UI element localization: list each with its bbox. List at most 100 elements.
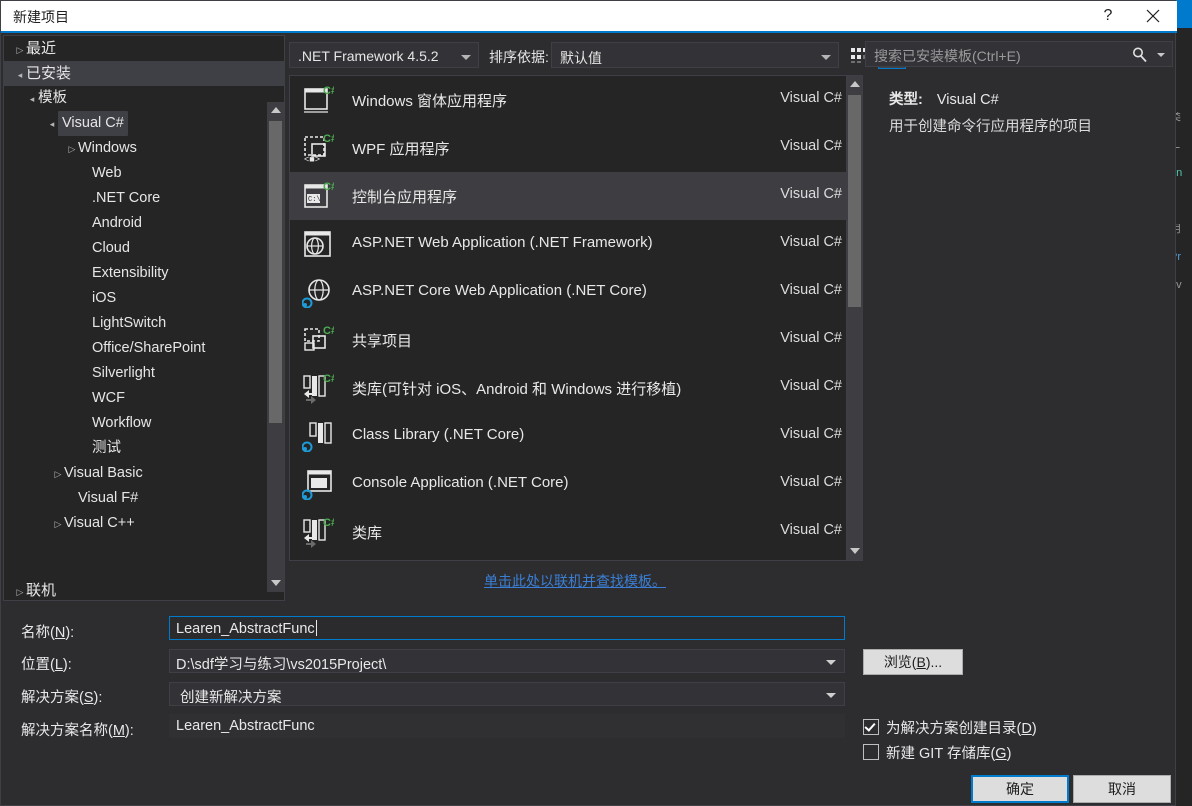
sidebar-item-7[interactable]: Android <box>4 211 284 236</box>
search-templates-input[interactable]: 搜索已安装模板(Ctrl+E) <box>865 41 1173 67</box>
solution-name-field-label: 解决方案名称(M): <box>21 723 134 739</box>
dialog-title: 新建项目 <box>13 9 69 25</box>
template-language: Visual C# <box>780 378 842 394</box>
solution-field-label: 解决方案(S): <box>21 690 103 706</box>
framework-version-dropdown[interactable]: .NET Framework 4.5.2 <box>289 42 479 68</box>
chevron-down-icon <box>826 660 836 665</box>
git-repo-checkbox-row[interactable]: 新建 GIT 存储库(G) <box>863 742 1011 763</box>
ok-button[interactable]: 确定 <box>971 775 1069 803</box>
text-caret <box>315 620 317 636</box>
sidebar-item-18[interactable]: Visual F# <box>4 486 284 511</box>
sidebar-item-label: Office/SharePoint <box>92 340 206 356</box>
sidebar-item-11[interactable]: LightSwitch <box>4 311 284 336</box>
template-row[interactable]: C# 类库(可针对 iOS、Android 和 Windows 进行移植) Visu… <box>290 364 860 412</box>
sidebar-item-0[interactable]: 最近 <box>4 36 284 61</box>
create-directory-checkbox-row[interactable]: 为解决方案创建目录(D) <box>863 717 1037 738</box>
tree-arrow-icon[interactable] <box>46 112 58 137</box>
templates-toolbar: .NET Framework 4.5.2 排序依据: 默认值 <box>289 39 906 71</box>
sidebar-item-label: Extensibility <box>92 265 169 281</box>
templates-scrollbar[interactable] <box>846 75 863 561</box>
help-button[interactable]: ? <box>1085 3 1131 29</box>
location-value: D:\sdf学习与练习\vs2015Project\ <box>176 657 387 673</box>
close-button[interactable] <box>1131 3 1175 29</box>
sidebar-item-label: Visual Basic <box>64 465 143 481</box>
template-language: Visual C# <box>780 282 842 298</box>
template-row[interactable]: <■>C# WPF 应用程序 Visual C# <box>290 124 860 172</box>
sidebar-item-6[interactable]: .NET Core <box>4 186 284 211</box>
template-name: Console Application (.NET Core) <box>352 474 569 491</box>
svg-text:C#: C# <box>323 373 334 385</box>
template-row[interactable]: C:\C# 控制台应用程序 Visual C# <box>290 172 860 220</box>
location-combobox[interactable]: D:\sdf学习与练习\vs2015Project\ <box>169 649 845 673</box>
close-icon <box>1146 9 1160 23</box>
templates-scroll-up-button[interactable] <box>847 76 862 93</box>
solution-combobox[interactable]: 创建新解决方案 <box>169 682 845 706</box>
sidebar-item-label: 模板 <box>38 90 67 106</box>
cancel-button[interactable]: 取消 <box>1073 775 1171 803</box>
template-language: Visual C# <box>780 138 842 154</box>
sidebar-item-1[interactable]: 已安装 <box>4 61 284 86</box>
sidebar-item-label: Visual F# <box>78 490 139 506</box>
template-language: Visual C# <box>780 426 842 442</box>
sidebar-item-12[interactable]: Office/SharePoint <box>4 336 284 361</box>
template-row[interactable]: C# 类库 Visual C# <box>290 508 860 556</box>
tree-scroll-thumb[interactable] <box>269 121 282 423</box>
sort-by-label: 排序依据: <box>489 49 549 65</box>
chevron-down-icon[interactable] <box>1157 53 1165 57</box>
svg-text:C#: C# <box>323 517 334 529</box>
tree-arrow-icon[interactable] <box>66 137 78 162</box>
name-field-label: 名称(N): <box>21 625 75 641</box>
sidebar-item-15[interactable]: Workflow <box>4 411 284 436</box>
sidebar-item-label: 联机 <box>26 582 57 599</box>
sidebar-item-2[interactable]: 模板 <box>4 86 284 111</box>
sidebar-item-4[interactable]: Windows <box>4 136 284 161</box>
template-row[interactable]: ASP.NET Core Web Application (.NET Core)… <box>290 268 860 316</box>
sidebar-item-label: Web <box>92 165 122 181</box>
templates-scroll-thumb[interactable] <box>848 95 861 307</box>
tree-scroll-up-button[interactable] <box>267 102 284 119</box>
tree-arrow-icon[interactable] <box>52 512 64 537</box>
sidebar-item-label: WCF <box>92 390 126 406</box>
template-row[interactable]: ASP.NET Web Application (.NET Framework)… <box>290 220 860 268</box>
sidebar-item-19[interactable]: Visual C++ <box>4 511 284 536</box>
solution-name-input[interactable]: Learen_AbstractFunc <box>169 714 845 738</box>
tree-arrow-icon[interactable] <box>14 580 26 600</box>
sidebar-item-9[interactable]: Extensibility <box>4 261 284 286</box>
tree-arrow-icon[interactable] <box>26 87 38 112</box>
svg-text:<■>: <■> <box>304 154 320 164</box>
tree-scrollbar[interactable] <box>267 102 284 592</box>
sidebar-item-13[interactable]: Silverlight <box>4 361 284 386</box>
sidebar-item-10[interactable]: iOS <box>4 286 284 311</box>
templates-scroll-down-button[interactable] <box>847 543 862 560</box>
sort-by-dropdown[interactable]: 默认值 <box>551 42 839 68</box>
template-language: Visual C# <box>780 186 842 202</box>
tree-arrow-icon[interactable] <box>52 462 64 487</box>
template-row[interactable]: C# Windows 窗体应用程序 Visual C# <box>290 76 860 124</box>
sidebar-item-label: 最近 <box>26 40 57 57</box>
template-language: Visual C# <box>780 330 842 346</box>
template-name: 控制台应用程序 <box>352 189 458 206</box>
browse-button[interactable]: 浏览(B)... <box>863 649 963 675</box>
create-directory-checkbox[interactable] <box>863 719 879 735</box>
tree-arrow-icon[interactable] <box>14 63 26 88</box>
find-online-templates-link[interactable]: 单击此处以联机并查找模板。 <box>289 571 861 591</box>
sidebar-item-online[interactable]: 联机 <box>4 578 284 600</box>
project-name-value: Learen_AbstractFunc <box>176 620 317 637</box>
sidebar-item-label: Visual C# <box>58 111 128 136</box>
template-name: Class Library (.NET Core) <box>352 426 525 443</box>
sidebar-item-8[interactable]: Cloud <box>4 236 284 261</box>
sidebar-item-label: Workflow <box>92 415 152 431</box>
sidebar-item-14[interactable]: WCF <box>4 386 284 411</box>
sidebar-item-3[interactable]: Visual C# <box>4 111 284 136</box>
sidebar-item-16[interactable]: 测试 <box>4 436 284 461</box>
sidebar-item-17[interactable]: Visual Basic <box>4 461 284 486</box>
sidebar-item-5[interactable]: Web <box>4 161 284 186</box>
git-repo-checkbox[interactable] <box>863 744 879 760</box>
project-name-input[interactable]: Learen_AbstractFunc <box>169 616 845 640</box>
templates-list[interactable]: C#Windows 窗体应用程序Visual C#<■>C#WPF 应用程序Vi… <box>289 75 861 561</box>
template-row[interactable]: Class Library (.NET Core) Visual C# <box>290 412 860 460</box>
template-row[interactable]: Console Application (.NET Core) Visual C# <box>290 460 860 508</box>
tree-arrow-icon[interactable] <box>14 38 26 63</box>
framework-version-value: .NET Framework 4.5.2 <box>298 48 439 64</box>
template-row[interactable]: C# 共享项目 Visual C# <box>290 316 860 364</box>
